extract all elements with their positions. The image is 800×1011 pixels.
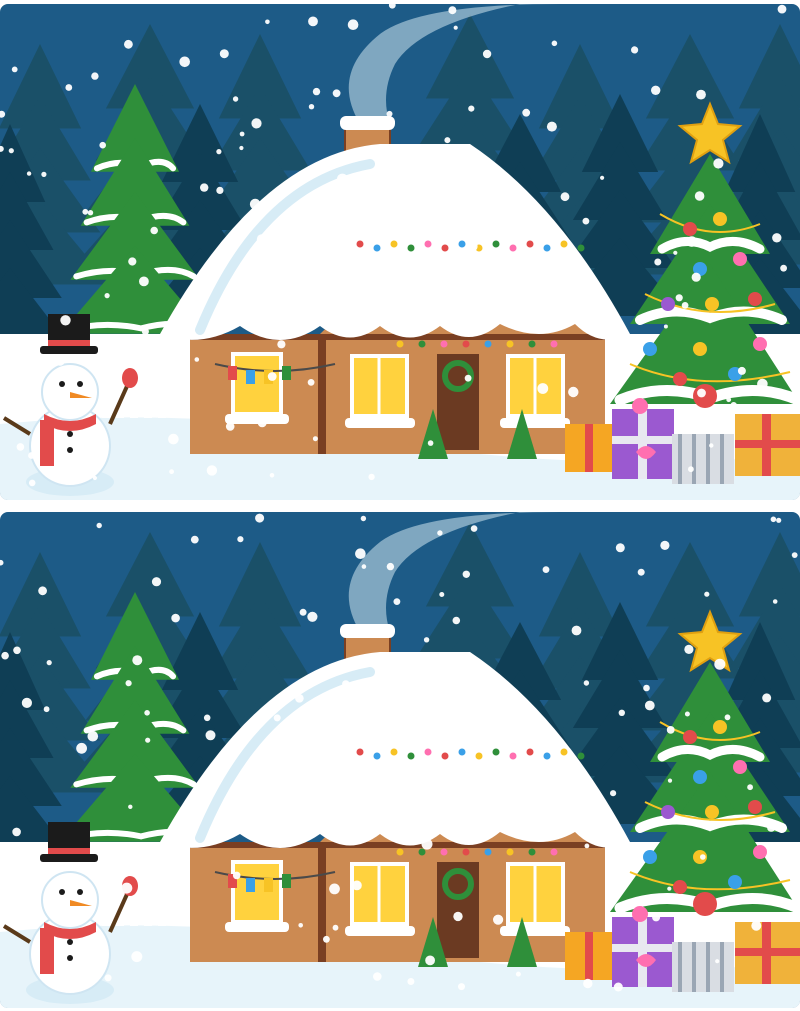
panel-modified[interactable] xyxy=(0,512,800,1008)
panel-original[interactable] xyxy=(0,4,800,500)
